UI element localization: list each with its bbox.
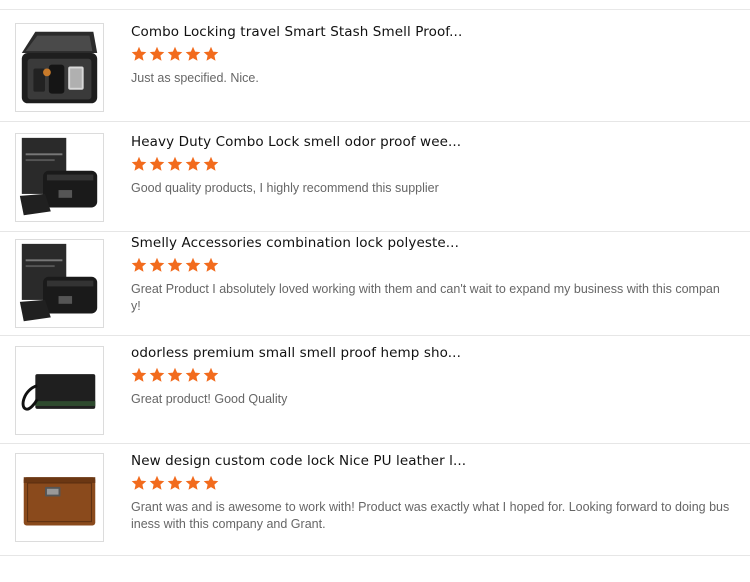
review-item: odorless premium small smell proof hemp … <box>0 336 750 444</box>
product-thumbnail[interactable] <box>15 133 104 222</box>
product-thumbnail[interactable] <box>15 239 104 328</box>
star-icon <box>149 156 165 172</box>
star-icon <box>167 475 183 491</box>
star-icon <box>131 367 147 383</box>
star-icon <box>185 257 201 273</box>
review-list: Combo Locking travel Smart Stash Smell P… <box>0 9 750 556</box>
product-title[interactable]: odorless premium small smell proof hemp … <box>131 344 730 362</box>
product-title[interactable]: Combo Locking travel Smart Stash Smell P… <box>131 23 730 41</box>
product-title[interactable]: Heavy Duty Combo Lock smell odor proof w… <box>131 133 730 151</box>
star-icon <box>203 257 219 273</box>
travel-case-image <box>16 24 103 111</box>
star-icon <box>185 46 201 62</box>
product-thumbnail[interactable] <box>15 23 104 112</box>
review-comment: Grant was and is awesome to work with! P… <box>131 500 730 531</box>
star-icon <box>149 46 165 62</box>
product-thumbnail[interactable] <box>15 346 104 435</box>
star-icon <box>167 367 183 383</box>
review-item: Smelly Accessories combination lock poly… <box>0 232 750 336</box>
box-and-case-image <box>16 134 103 221</box>
star-icon <box>203 46 219 62</box>
star-icon <box>167 46 183 62</box>
review-comment: Great product! Good Quality <box>131 392 288 406</box>
leather-pouch-image <box>16 454 103 541</box>
star-icon <box>131 475 147 491</box>
product-title[interactable]: Smelly Accessories combination lock poly… <box>131 234 730 252</box>
review-comment: Good quality products, I highly recommen… <box>131 181 439 195</box>
star-icon <box>131 46 147 62</box>
review-comment: Just as specified. Nice. <box>131 71 259 85</box>
star-icon <box>131 257 147 273</box>
wristlet-pouch-image <box>16 347 103 434</box>
product-thumbnail[interactable] <box>15 453 104 542</box>
star-icon <box>149 257 165 273</box>
review-item: Heavy Duty Combo Lock smell odor proof w… <box>0 122 750 232</box>
star-icon <box>167 257 183 273</box>
star-icon <box>203 367 219 383</box>
star-icon <box>185 156 201 172</box>
star-rating <box>131 367 730 385</box>
star-rating <box>131 475 730 493</box>
box-and-case-image <box>16 240 103 327</box>
star-rating <box>131 257 730 275</box>
star-rating <box>131 156 730 174</box>
star-icon <box>185 367 201 383</box>
star-icon <box>203 156 219 172</box>
star-icon <box>149 367 165 383</box>
star-icon <box>185 475 201 491</box>
star-rating <box>131 46 730 64</box>
star-icon <box>149 475 165 491</box>
review-item: New design custom code lock Nice PU leat… <box>0 444 750 556</box>
star-icon <box>167 156 183 172</box>
product-title[interactable]: New design custom code lock Nice PU leat… <box>131 452 730 470</box>
star-icon <box>203 475 219 491</box>
star-icon <box>131 156 147 172</box>
review-item: Combo Locking travel Smart Stash Smell P… <box>0 10 750 122</box>
review-comment: Great Product I absolutely loved working… <box>131 282 720 313</box>
